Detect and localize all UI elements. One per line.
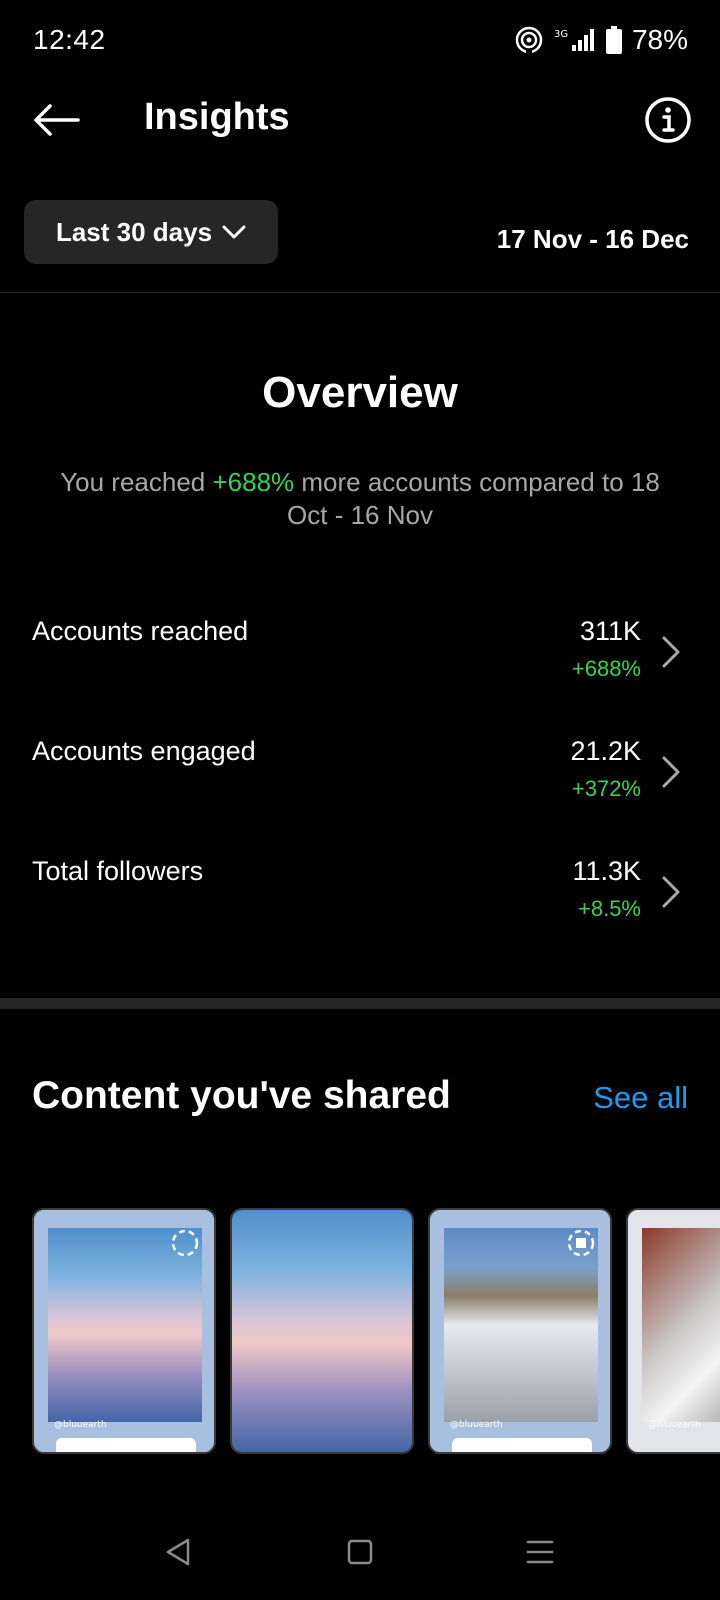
- content-thumbnail[interactable]: [230, 1208, 414, 1454]
- triangle-back-icon: [166, 1538, 190, 1566]
- page-title: Insights: [144, 96, 290, 138]
- metric-total-followers[interactable]: Total followers 11.3K +8.5%: [0, 856, 720, 956]
- content-thumbnail[interactable]: @bluuearth: [32, 1208, 216, 1454]
- status-icons: 3G 78%: [514, 22, 688, 58]
- arrow-left-icon: [34, 104, 80, 136]
- thumbnail-caption: @bluuearth: [648, 1420, 701, 1430]
- thumbnail-image: [642, 1228, 720, 1422]
- section-divider: [0, 998, 720, 1009]
- overview-summary: You reached +688% more accounts compared…: [60, 466, 660, 532]
- thumbnail-bar: [56, 1438, 196, 1452]
- content-thumbnails: @bluuearth @bluuearth @bluuearth: [0, 1208, 720, 1456]
- thumbnail-bar: [452, 1438, 592, 1452]
- hotspot-icon: [515, 26, 543, 55]
- square-home-icon: [347, 1539, 373, 1565]
- metric-change: +688%: [571, 656, 641, 681]
- menu-recents-icon: [526, 1540, 554, 1564]
- battery-icon: [605, 26, 622, 54]
- battery-percentage: 78%: [631, 24, 688, 55]
- chevron-right-icon: [662, 636, 680, 668]
- carousel-icon: [567, 1229, 595, 1257]
- summary-highlight: +688%: [212, 467, 295, 497]
- metric-value: 21.2K: [570, 736, 641, 766]
- metric-label: Total followers: [32, 856, 204, 886]
- nav-home-button[interactable]: [330, 1522, 390, 1582]
- nav-back-button[interactable]: [148, 1522, 208, 1582]
- date-range-text: 17 Nov - 16 Dec: [496, 224, 689, 254]
- status-bar: 12:42 3G 78%: [0, 0, 720, 80]
- divider: [0, 292, 720, 293]
- metric-accounts-reached[interactable]: Accounts reached 311K +688%: [0, 616, 720, 716]
- summary-prefix: You reached: [60, 467, 213, 497]
- metric-value: 11.3K: [572, 856, 641, 886]
- metric-accounts-engaged[interactable]: Accounts engaged 21.2K +372%: [0, 736, 720, 836]
- info-icon: [645, 97, 691, 143]
- metric-label: Accounts reached: [32, 616, 249, 646]
- system-navigation-bar: [0, 1500, 720, 1600]
- summary-suffix: more accounts compared to 18 Oct - 16 No…: [287, 467, 660, 530]
- chevron-right-icon: [662, 756, 680, 788]
- chevron-down-icon: [222, 225, 246, 239]
- loading-icon: [171, 1229, 199, 1257]
- thumbnail-image: [232, 1210, 412, 1452]
- date-range-dropdown[interactable]: Last 30 days: [24, 200, 278, 264]
- info-button[interactable]: [644, 96, 692, 144]
- overview-title: Overview: [262, 368, 458, 417]
- metric-change: +372%: [571, 776, 641, 801]
- metric-value: 311K: [579, 616, 641, 646]
- signal-icon: 3G: [554, 29, 594, 51]
- thumbnail-caption: @bluuearth: [450, 1420, 503, 1430]
- date-range-label: Last 30 days: [55, 216, 213, 247]
- nav-recents-button[interactable]: [510, 1522, 570, 1582]
- content-thumbnail[interactable]: @bluuearth: [428, 1208, 612, 1454]
- back-button[interactable]: [28, 98, 84, 142]
- network-type: 3G: [554, 29, 568, 40]
- metric-change: +8.5%: [578, 896, 641, 921]
- header: Insights: [0, 80, 720, 160]
- status-time: 12:42: [33, 24, 106, 55]
- content-section-title: Content you've shared: [32, 1074, 451, 1117]
- thumbnail-caption: @bluuearth: [54, 1420, 107, 1430]
- see-all-link[interactable]: See all: [593, 1080, 688, 1116]
- metric-label: Accounts engaged: [32, 736, 256, 766]
- chevron-right-icon: [662, 876, 680, 908]
- content-thumbnail[interactable]: @bluuearth: [626, 1208, 720, 1454]
